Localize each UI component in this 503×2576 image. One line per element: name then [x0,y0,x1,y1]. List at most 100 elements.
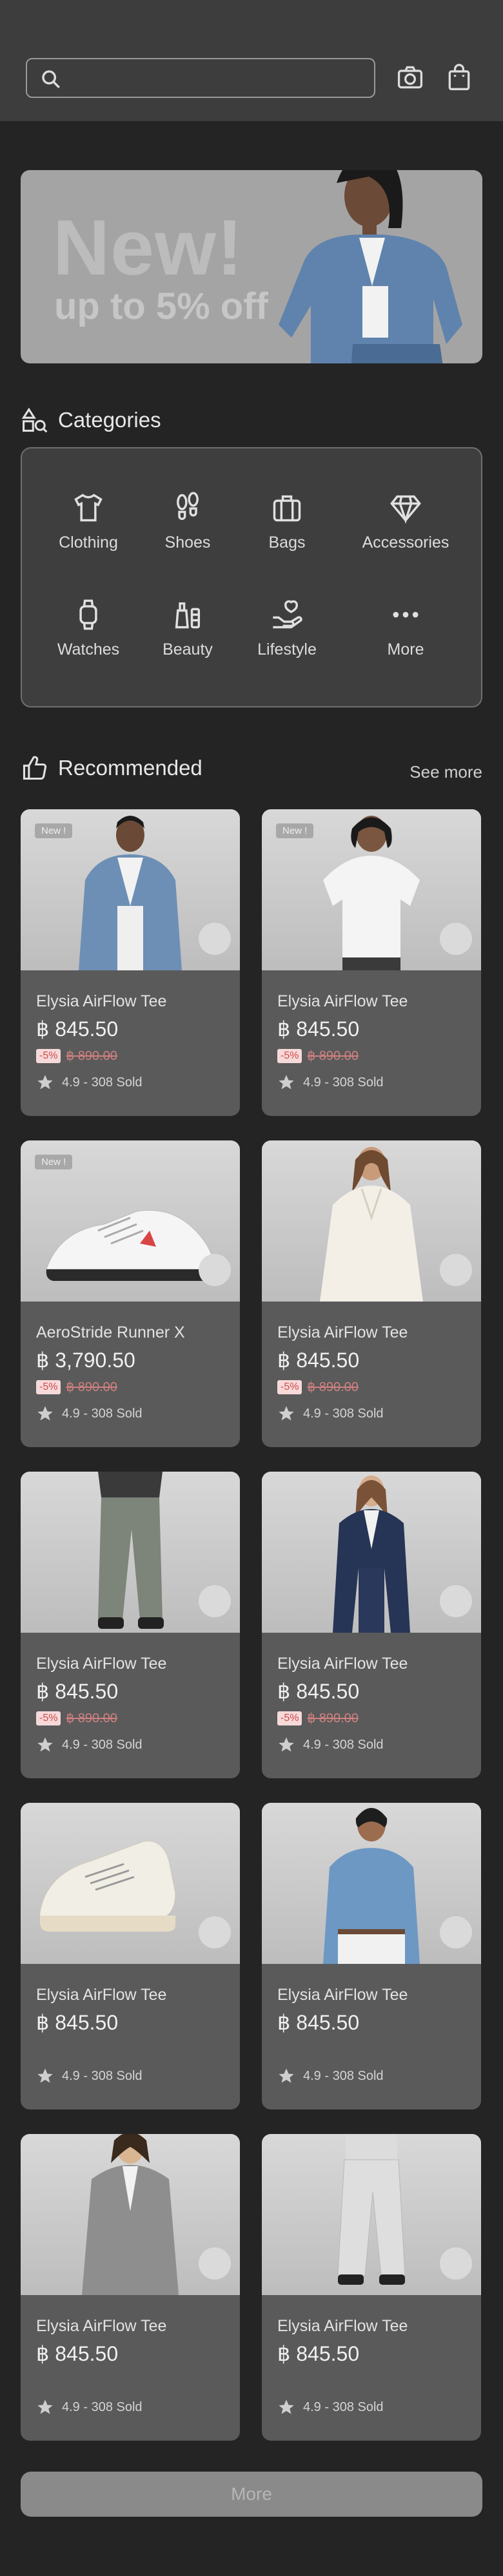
load-more-button[interactable]: More [21,2472,482,2517]
product-card[interactable]: Elysia AirFlow Tee ฿ 845.50 4.9 - 308 Sold [21,1803,240,2110]
favorite-button[interactable] [440,2247,472,2280]
product-price: ฿ 845.50 [36,1017,119,1041]
rating-sold-text: 4.9 - 308 Sold [303,1737,384,1752]
rating-sold-text: 4.9 - 308 Sold [303,2399,384,2414]
rating-sold-text: 4.9 - 308 Sold [62,2399,143,2414]
category-watches[interactable]: Watches [34,598,143,659]
new-badge: New ! [35,1155,73,1169]
rating-row: 4.9 - 308 Sold [36,1736,143,1754]
product-image[interactable] [262,2134,481,2295]
star-icon [36,2398,54,2416]
more-dots-icon [393,611,419,618]
original-price: ฿ 890.00 [66,1380,117,1394]
discount-row: -5% ฿ 890.00 [36,1710,117,1726]
product-price: ฿ 845.50 [36,2011,119,2034]
star-icon [277,1405,295,1423]
product-image[interactable]: New ! [262,809,481,970]
rating-row: 4.9 - 308 Sold [36,1073,143,1091]
categories-icon [21,407,48,433]
favorite-button[interactable] [440,1916,472,1948]
promo-banner[interactable]: New! up to 5% off [21,170,482,363]
product-card[interactable]: New ! AeroStride Runner X ฿ 3,790.50 -5% ฿ 8… [21,1140,240,1447]
favorite-button[interactable] [440,1254,472,1286]
favorite-button[interactable] [199,923,231,955]
star-icon [36,1736,54,1754]
rating-row: 4.9 - 308 Sold [36,2398,143,2416]
product-price: ฿ 845.50 [277,1680,360,1703]
new-badge: New ! [35,823,73,838]
top-bar [0,0,503,121]
product-price: ฿ 845.50 [36,2342,119,2365]
product-card[interactable]: Elysia AirFlow Tee ฿ 845.50 4.9 - 308 Sold [262,2134,481,2441]
search-input[interactable] [68,64,365,91]
categories-title: Categories [58,408,161,432]
category-lifestyle[interactable]: Lifestyle [232,598,342,659]
product-image[interactable] [262,1472,481,1633]
product-card[interactable]: New ! Elysia AirFlow Tee ฿ 845.50 -5% ฿ 890.… [262,809,481,1116]
product-name: Elysia AirFlow Tee [36,1986,167,2004]
favorite-button[interactable] [199,2247,231,2280]
original-price: ฿ 890.00 [66,1049,117,1063]
new-badge: New ! [276,823,314,838]
diamond-icon [390,495,421,524]
product-name: Elysia AirFlow Tee [36,992,167,1010]
original-price: ฿ 890.00 [307,1711,359,1725]
watch-icon [79,599,97,630]
discount-row: -5% ฿ 890.00 [277,1048,359,1064]
category-beauty[interactable]: Beauty [133,598,242,659]
star-icon [36,1405,54,1423]
product-card[interactable]: Elysia AirFlow Tee ฿ 845.50 -5% ฿ 890.00 4.9… [21,1472,240,1778]
see-more-link[interactable]: See more [409,762,482,782]
camera-icon[interactable] [396,63,424,91]
discount-badge: -5% [277,1711,302,1725]
favorite-button[interactable] [440,1585,472,1617]
product-card[interactable]: Elysia AirFlow Tee ฿ 845.50 -5% ฿ 890.00 4.9… [262,1140,481,1447]
product-image[interactable] [21,2134,240,2295]
discount-badge: -5% [277,1048,302,1063]
product-image[interactable] [21,1472,240,1633]
product-card[interactable]: New ! Elysia AirFlow Tee ฿ 845.50 -5% ฿ 890.… [21,809,240,1116]
product-image[interactable] [21,1803,240,1964]
category-more[interactable]: More [351,598,460,659]
star-icon [277,2067,295,2085]
favorite-button[interactable] [199,1585,231,1617]
banner-model-image [279,170,462,363]
rating-row: 4.9 - 308 Sold [36,2067,143,2085]
favorite-button[interactable] [199,1254,231,1286]
rating-row: 4.9 - 308 Sold [277,2398,384,2416]
favorite-button[interactable] [440,923,472,955]
search-bar[interactable] [26,58,375,98]
shirt-icon [74,494,103,522]
discount-row: -5% ฿ 890.00 [277,1710,359,1726]
product-image[interactable]: New ! [21,809,240,970]
product-image[interactable]: New ! [21,1140,240,1302]
product-name: Elysia AirFlow Tee [277,1323,408,1341]
product-price: ฿ 845.50 [36,1680,119,1703]
discount-badge: -5% [36,1379,61,1394]
product-image[interactable] [262,1140,481,1302]
category-shoes[interactable]: Shoes [133,491,242,552]
category-bags[interactable]: Bags [232,491,342,552]
product-card[interactable]: Elysia AirFlow Tee ฿ 845.50 4.9 - 308 Sold [262,1803,481,2110]
shopping-bag-icon[interactable] [445,63,473,91]
thumbs-up-icon [23,756,47,780]
category-accessories[interactable]: Accessories [351,491,460,552]
favorite-button[interactable] [199,1916,231,1948]
product-price: ฿ 845.50 [277,2342,360,2365]
lifestyle-icon [273,600,302,629]
rating-sold-text: 4.9 - 308 Sold [303,2068,384,2083]
original-price: ฿ 890.00 [307,1380,359,1394]
product-image[interactable] [262,1803,481,1964]
beauty-icon [175,602,201,629]
product-card[interactable]: Elysia AirFlow Tee ฿ 845.50 4.9 - 308 Sold [21,2134,240,2441]
discount-badge: -5% [36,1048,61,1063]
categories-panel: Clothing Shoes Bags Accessories Watches … [21,447,482,707]
product-price: ฿ 3,790.50 [36,1349,135,1372]
product-card[interactable]: Elysia AirFlow Tee ฿ 845.50 -5% ฿ 890.00 4.9… [262,1472,481,1778]
product-name: Elysia AirFlow Tee [277,1986,408,2004]
product-name: Elysia AirFlow Tee [36,2317,167,2335]
recommended-heading: Recommended [21,754,202,782]
original-price: ฿ 890.00 [307,1049,359,1063]
category-clothing[interactable]: Clothing [34,491,143,552]
search-icon [42,70,60,88]
